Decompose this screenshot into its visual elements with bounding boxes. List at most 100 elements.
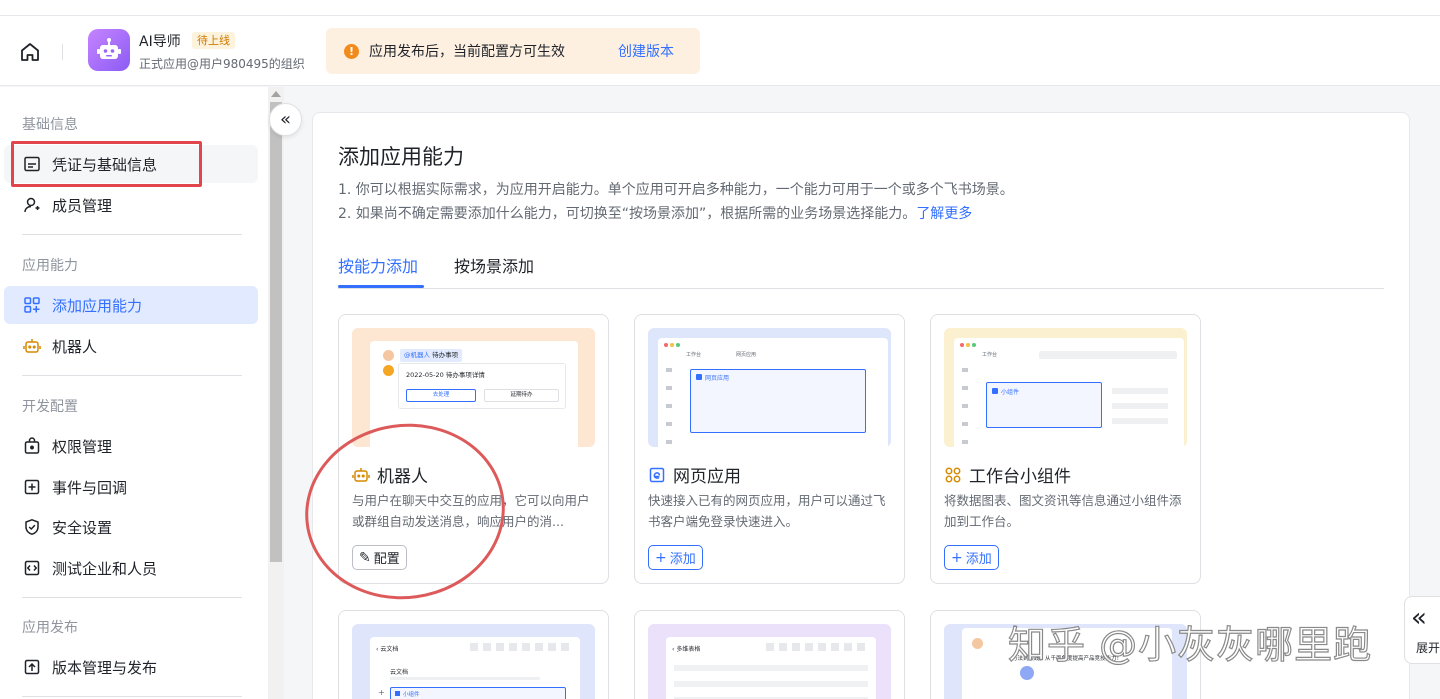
mock-sidebar [962,368,968,444]
description-text: 2. 如果尚不确定需要添加什么能力，可切换至“按场景添加”，根据所需的业务场景选… [338,206,917,222]
mock-list [1112,388,1168,424]
member-icon [24,197,40,213]
scroll-up-arrow[interactable] [271,91,281,97]
mock-search [1039,351,1177,359]
mock-label: 网页应用 [705,375,730,382]
sidebar-item-test-enterprise[interactable]: 测试企业和人员 [4,549,258,587]
app-organization: 正式应用@用户980495的组织 [139,57,305,71]
permission-icon [24,437,40,454]
app-avatar [88,29,130,71]
mock-title-text: 多维表格 [676,646,701,653]
publish-notice: ! 应用发布后，当前配置方可生效 创建版本 [326,28,700,74]
warning-icon: ! [344,44,359,59]
mock-title: ‹ 多维表格 [672,646,701,653]
sidebar-item-label: 权限管理 [52,437,113,456]
create-version-link[interactable]: 创建版本 [618,41,674,61]
sidebar-item-version[interactable]: 版本管理与发布 [4,648,258,686]
app-header: AI导师 待上线 正式应用@用户980495的组织 ! 应用发布后，当前配置方可… [0,16,1440,86]
message-tag: @机器人 待办事项 [400,349,463,362]
active-tab-indicator [338,285,424,288]
description-line-2: 2. 如果尚不确定需要添加什么能力，可切换至“按场景添加”，根据所需的业务场景选… [338,203,972,223]
web-app-icon [649,467,665,482]
sidebar-item-members[interactable]: 成员管理 [4,186,258,224]
capability-card-widget[interactable]: 工作台 小组件 工作台小组件 将数据图表、图文资讯等信息通过小组件添加到工作台。… [930,314,1201,584]
window-dot [966,343,970,347]
card-title: 工作台小组件 [944,462,1071,487]
expand-button[interactable]: « 展开 [1404,596,1440,664]
mock-tab: 网页应用 [736,352,757,358]
top-strip [0,0,1440,16]
robot-avatar [383,365,394,376]
section-dev-config: 开发配置 [22,399,78,415]
sidebar-item-security[interactable]: 安全设置 [4,508,258,546]
sidebar-item-add-capability[interactable]: 添加应用能力 [4,286,258,324]
page-title: 添加应用能力 [338,145,464,169]
card-description: 快速接入已有的网页应用，用户可以通过飞书客户端免登录快速进入。 [648,493,886,529]
card-title: 网页应用 [648,462,741,487]
sidebar-item-label: 添加应用能力 [52,296,143,315]
capability-card-doc[interactable]: ‹ 云文档 云文档 + 小组件 [338,610,609,699]
mock-web-frame: 网页应用 [690,369,866,433]
card-title-text: 工作台小组件 [969,467,1071,487]
section-app-release: 应用发布 [22,620,78,636]
message-card: 2022-05-20 待办事项详情 去处理 延期待办 [398,363,566,409]
sidebar-scrollbar-thumb[interactable] [270,102,282,562]
button-label: 添加 [669,552,696,567]
sidebar-item-label: 安全设置 [52,518,113,537]
description-line-1: 1. 你可以根据实际需求，为应用开启能力。单个应用可开启多种能力，一个能力可用于… [338,182,1014,198]
add-capability-icon [24,297,40,313]
mock-table [674,665,868,699]
window-dot [676,343,680,347]
shield-icon [25,519,39,535]
sidebar-item-label: 版本管理与发布 [52,658,158,677]
sidebar-item-label: 事件与回调 [52,478,128,497]
web-app-preview-image: 工作台 网页应用 网页应用 [648,328,891,447]
add-web-app-button[interactable]: + 添加 [648,545,703,570]
home-icon[interactable] [18,40,42,64]
avatar [972,638,983,649]
robot-icon [23,339,41,353]
sidebar-item-label: 测试企业和人员 [52,559,158,578]
capability-card-bitable[interactable]: ‹ 多维表格 [634,610,905,699]
mock-widget-frame: 小组件 [390,687,566,699]
message-line: 2022-05-20 待办事项详情 [406,371,485,379]
todo-text: 待办事项 [432,351,459,359]
mock-toolbar [766,643,866,651]
button-label: 添加 [965,552,992,567]
capability-card-web-app[interactable]: 工作台 网页应用 网页应用 网页应用 快速接入已有的网页应用，用户可以通过飞书客… [634,314,905,584]
window-dot [670,343,674,347]
app-name: AI导师 [139,34,181,50]
learn-more-link[interactable]: 了解更多 [916,206,972,222]
mock-title: ‹ 云文档 [376,646,399,653]
bitable-preview-image: ‹ 多维表格 [648,624,891,699]
tab-by-scenario[interactable]: 按场景添加 [454,253,534,277]
sidebar-item-events[interactable]: 事件与回调 [4,468,258,506]
mock-label: 小组件 [1001,389,1020,396]
mock-subtitle: 云文档 [390,669,409,676]
sidebar-item-permissions[interactable]: 权限管理 [4,427,258,465]
sidebar-item-robot[interactable]: 机器人 [4,327,258,365]
collapse-sidebar-button[interactable]: « [269,103,302,136]
mock-tab: 工作台 [686,352,702,358]
doc-preview-image: ‹ 云文档 云文档 + 小组件 [352,624,595,699]
version-icon [24,659,40,675]
plus-icon: + [378,688,385,697]
divider [62,44,63,60]
tab-by-capability[interactable]: 按能力添加 [338,253,418,277]
add-widget-button[interactable]: + 添加 [944,545,999,570]
window-dot [960,343,964,347]
mock-title-text: 云文档 [380,646,399,653]
robot-avatar-icon [97,38,121,59]
window-dot [972,343,976,347]
notice-text: 应用发布后，当前配置方可生效 [369,44,565,60]
plus-icon: + [655,549,667,566]
mock-icon [696,374,702,380]
event-icon [24,479,40,495]
double-chevron-left-icon: « [279,109,291,130]
mock-icon [992,388,998,394]
window-dot [664,343,668,347]
highlight-annotation [11,141,202,187]
divider [22,597,242,598]
mock-button: 去处理 [406,389,476,402]
plus-icon: + [951,549,963,566]
